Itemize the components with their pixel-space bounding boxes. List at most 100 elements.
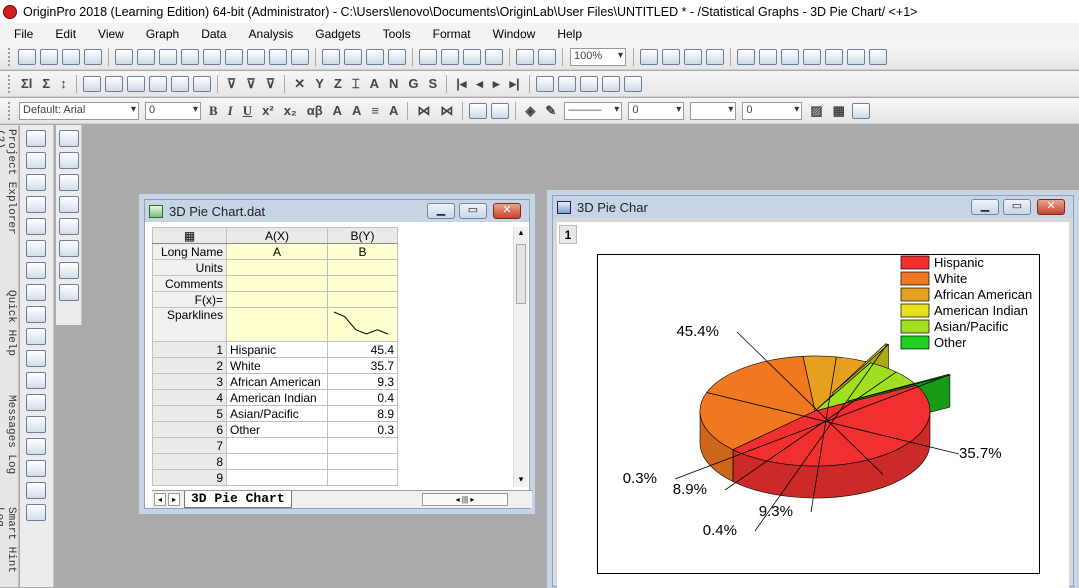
open-excel-icon[interactable] xyxy=(344,48,362,65)
refresh-icon[interactable] xyxy=(538,48,556,65)
set-label-icon[interactable]: A xyxy=(370,76,379,91)
row-label-comments[interactable]: Comments xyxy=(152,275,227,292)
quick-help-tab[interactable]: Quick Help xyxy=(1,290,17,360)
menu-view[interactable]: View xyxy=(84,27,132,41)
superscript-icon[interactable]: x² xyxy=(262,103,274,118)
pattern-fill-icon[interactable]: ▨ xyxy=(810,103,822,119)
set-error-icon[interactable]: ⌶ xyxy=(352,76,360,92)
new-matrix-icon[interactable] xyxy=(62,48,80,65)
cell-b[interactable]: 0.3 xyxy=(327,421,398,438)
zoom-in-icon[interactable] xyxy=(26,152,46,169)
column-header-b[interactable]: B(Y) xyxy=(327,227,398,244)
region-tool-icon[interactable] xyxy=(26,306,46,323)
worksheet-titlebar[interactable]: 3D Pie Chart.dat ▁ ▭ ✕ xyxy=(145,200,529,222)
row-number[interactable]: 3 xyxy=(152,373,227,390)
merge-graph-icon[interactable] xyxy=(557,75,576,92)
menu-format[interactable]: Format xyxy=(419,27,479,41)
calculator-icon[interactable] xyxy=(847,48,865,65)
open-template-icon[interactable] xyxy=(203,48,221,65)
cell-b[interactable]: 35.7 xyxy=(327,357,398,374)
long-name-a[interactable]: A xyxy=(226,243,328,260)
scroll-up-icon[interactable]: ▴ xyxy=(514,227,528,238)
move-first-icon[interactable]: |◂ xyxy=(456,76,466,92)
find-icon[interactable] xyxy=(803,48,821,65)
cell-a[interactable] xyxy=(226,437,328,454)
set-y-icon[interactable]: Y xyxy=(315,76,324,91)
import-csv-icon[interactable] xyxy=(269,48,287,65)
text-tool-icon[interactable] xyxy=(26,328,46,345)
new-graph-icon[interactable] xyxy=(84,48,102,65)
export-icon[interactable] xyxy=(684,48,702,65)
project-explorer-tab[interactable]: Project Explorer (2) xyxy=(0,129,17,249)
scroll-down-icon[interactable]: ▾ xyxy=(514,474,528,485)
code-builder-icon[interactable] xyxy=(737,48,755,65)
new-layer-icon[interactable] xyxy=(579,75,598,92)
new-notes-icon[interactable] xyxy=(159,48,177,65)
screen-reader-icon[interactable] xyxy=(26,196,46,213)
worksheet-query-icon[interactable] xyxy=(825,48,843,65)
duplicate-icon[interactable] xyxy=(516,48,534,65)
new-project-icon[interactable] xyxy=(18,48,36,65)
column-chart-icon[interactable] xyxy=(148,75,167,92)
hand-tool-icon[interactable] xyxy=(26,438,46,455)
restore-button[interactable]: ▭ xyxy=(459,203,487,219)
table-tool-icon[interactable] xyxy=(26,350,46,367)
cell-b[interactable] xyxy=(327,469,398,486)
menu-graph[interactable]: Graph xyxy=(132,27,187,41)
underline-button[interactable]: U xyxy=(243,103,252,119)
cell-a[interactable] xyxy=(226,469,328,486)
row-number[interactable]: 8 xyxy=(152,453,227,470)
data-selector-icon[interactable] xyxy=(26,218,46,235)
row-number[interactable]: 1 xyxy=(152,341,227,358)
menu-file[interactable]: File xyxy=(0,27,41,41)
mask-tool-icon[interactable] xyxy=(26,262,46,279)
units-a[interactable] xyxy=(226,259,328,276)
import-excel-icon[interactable] xyxy=(291,48,309,65)
box-chart-icon[interactable] xyxy=(192,75,211,92)
cell-a[interactable]: Asian/Pacific xyxy=(226,405,328,422)
font-select[interactable]: Default: Arial xyxy=(19,101,139,120)
close-button[interactable]: ✕ xyxy=(493,203,521,219)
command-window-icon[interactable] xyxy=(759,48,777,65)
group-icon[interactable] xyxy=(491,102,510,119)
line-tool-icon[interactable] xyxy=(26,394,46,411)
toolbar-grip[interactable] xyxy=(8,101,12,120)
pointer-tool-icon[interactable] xyxy=(26,130,46,147)
long-name-b[interactable]: B xyxy=(327,243,398,260)
filter-clear-icon[interactable]: ⊽ xyxy=(246,76,256,92)
cell-a[interactable]: African American xyxy=(226,373,328,390)
set-group-icon[interactable]: G xyxy=(408,76,418,91)
move-right-icon[interactable]: ▸ xyxy=(493,76,500,92)
insert-graph-icon[interactable] xyxy=(26,460,46,477)
lock-icon[interactable] xyxy=(469,102,488,119)
cell-a[interactable]: Other xyxy=(226,421,328,438)
row-label-fx[interactable]: F(x)= xyxy=(152,291,227,308)
cell-a[interactable]: White xyxy=(226,357,328,374)
insert-image-icon[interactable] xyxy=(26,482,46,499)
sort-icon[interactable]: ↕ xyxy=(60,76,67,91)
import-single-icon[interactable] xyxy=(441,48,459,65)
increase-font-icon[interactable]: A xyxy=(333,103,342,118)
row-number[interactable]: 7 xyxy=(152,437,227,454)
smart-hint-log-tab[interactable]: Smart Hint Log xyxy=(0,507,17,587)
notes-icon[interactable] xyxy=(869,48,887,65)
row-number[interactable]: 9 xyxy=(152,469,227,486)
worksheet-vertical-scrollbar[interactable]: ▴ ▾ xyxy=(513,227,528,487)
row-number[interactable]: 6 xyxy=(152,421,227,438)
add-column-icon[interactable] xyxy=(104,75,123,92)
line-style-select[interactable]: ——— xyxy=(564,101,623,120)
new-layout-icon[interactable] xyxy=(137,48,155,65)
font-color-icon[interactable]: A xyxy=(389,103,398,118)
bar-chart-icon[interactable] xyxy=(126,75,145,92)
cell-b[interactable]: 0.4 xyxy=(327,389,398,406)
size-select[interactable]: 0 xyxy=(742,101,803,120)
line-width-select[interactable]: 0 xyxy=(628,101,685,120)
tab-next-icon[interactable]: ▸ xyxy=(168,493,180,506)
cell-b[interactable] xyxy=(327,437,398,454)
open-icon[interactable] xyxy=(322,48,340,65)
greek-icon[interactable]: αβ xyxy=(307,103,323,118)
fill-color-icon[interactable]: ◈ xyxy=(525,103,535,119)
row-label-sparklines[interactable]: Sparklines xyxy=(152,307,227,342)
extract-layers-icon[interactable] xyxy=(623,75,642,92)
menu-tools[interactable]: Tools xyxy=(369,27,419,41)
